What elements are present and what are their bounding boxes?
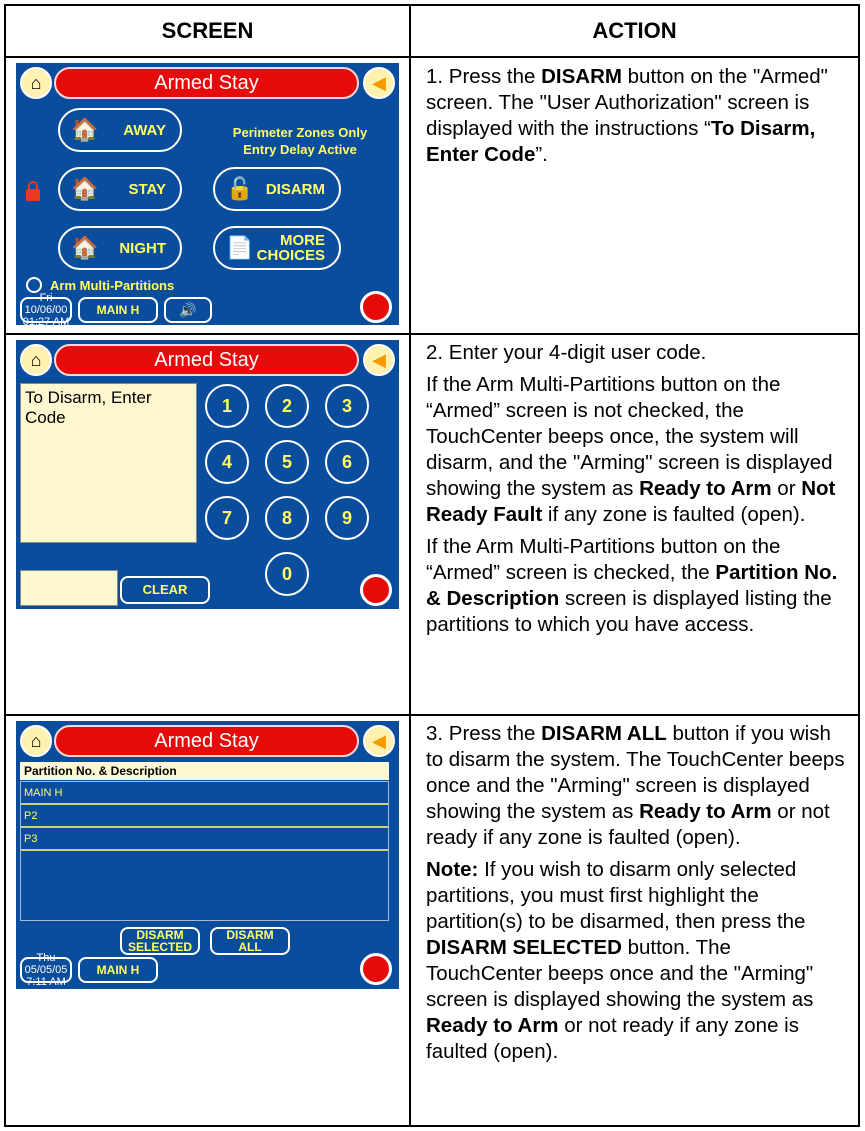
emergency-button[interactable] bbox=[360, 291, 392, 323]
authorization-screen: ⌂ Armed Stay ◀ To Disarm, Enter Code 1 2… bbox=[16, 340, 399, 609]
key-2[interactable]: 2 bbox=[265, 384, 309, 428]
key-8[interactable]: 8 bbox=[265, 496, 309, 540]
disarm-selected-button[interactable]: DISARM SELECTED bbox=[120, 927, 200, 955]
main-h-button[interactable]: MAIN H bbox=[78, 297, 158, 323]
instruction-table: SCREEN ACTION ⌂ Armed Stay ◀ 🏠 AWAY Peri… bbox=[4, 4, 860, 1127]
disarm-button[interactable]: 🔓 DISARM bbox=[213, 167, 341, 211]
home-icon: ⌂ bbox=[30, 72, 42, 93]
key-1[interactable]: 1 bbox=[205, 384, 249, 428]
key-7[interactable]: 7 bbox=[205, 496, 249, 540]
back-arrow-icon: ◀ bbox=[372, 72, 386, 93]
multi-partition-label: Arm Multi-Partitions bbox=[50, 278, 175, 293]
home-button[interactable]: ⌂ bbox=[20, 725, 52, 757]
home-icon: ⌂ bbox=[30, 730, 42, 751]
emergency-button[interactable] bbox=[360, 953, 392, 985]
key-4[interactable]: 4 bbox=[205, 440, 249, 484]
home-button[interactable]: ⌂ bbox=[20, 344, 52, 376]
partition-row[interactable]: P2 bbox=[21, 805, 388, 828]
armed-screen: ⌂ Armed Stay ◀ 🏠 AWAY Perimeter Zones On… bbox=[16, 63, 399, 325]
action-header: ACTION bbox=[592, 18, 677, 43]
column-divider bbox=[409, 6, 411, 1125]
back-arrow-icon: ◀ bbox=[372, 349, 386, 370]
status-line-1: Perimeter Zones Only bbox=[232, 125, 368, 140]
multi-partition-radio[interactable] bbox=[26, 277, 42, 293]
row-divider bbox=[6, 714, 858, 716]
partition-row[interactable]: P3 bbox=[21, 828, 388, 851]
stay-button[interactable]: 🏠 STAY bbox=[58, 167, 182, 211]
partition-list[interactable]: MAIN H P2 P3 bbox=[20, 781, 389, 921]
partition-list-header: Partition No. & Description bbox=[20, 762, 389, 780]
partition-row[interactable]: MAIN H bbox=[21, 782, 388, 805]
key-0[interactable]: 0 bbox=[265, 552, 309, 596]
title-bar: Armed Stay bbox=[54, 67, 359, 99]
key-5[interactable]: 5 bbox=[265, 440, 309, 484]
emergency-button[interactable] bbox=[360, 574, 392, 606]
title-bar: Armed Stay bbox=[54, 725, 359, 757]
back-button[interactable]: ◀ bbox=[363, 344, 395, 376]
home-icon: ⌂ bbox=[30, 349, 42, 370]
back-button[interactable]: ◀ bbox=[363, 725, 395, 757]
disarm-all-button[interactable]: DISARM ALL bbox=[210, 927, 290, 955]
house-icon: 🏠 bbox=[71, 176, 99, 201]
document-icon: 📄 bbox=[226, 235, 254, 260]
night-button[interactable]: 🏠 NIGHT bbox=[58, 226, 182, 270]
date-time-button[interactable]: Thu 05/05/05 7:11 AM bbox=[20, 952, 72, 988]
back-button[interactable]: ◀ bbox=[363, 67, 395, 99]
row-divider bbox=[6, 333, 858, 335]
volume-button[interactable]: 🔊 bbox=[164, 297, 212, 323]
action-step-2: 2. Enter your 4-digit user code. If the … bbox=[426, 341, 838, 636]
action-step-1: 1. Press the DISARM button on the "Armed… bbox=[426, 65, 828, 166]
lock-icon bbox=[26, 181, 40, 201]
title-bar: Armed Stay bbox=[54, 344, 359, 376]
house-moon-icon: 🏠 bbox=[71, 235, 99, 260]
status-line-2: Entry Delay Active bbox=[243, 142, 357, 157]
key-6[interactable]: 6 bbox=[325, 440, 369, 484]
away-button[interactable]: 🏠 AWAY bbox=[58, 108, 182, 152]
date-time-button[interactable]: Fri 10/06/00 01:27 AM bbox=[20, 292, 72, 325]
row-divider bbox=[6, 56, 858, 58]
more-choices-button[interactable]: 📄 MORE CHOICES bbox=[213, 226, 341, 270]
screen-header: SCREEN bbox=[161, 18, 254, 43]
speaker-icon: 🔊 bbox=[179, 302, 197, 318]
action-step-3: 3. Press the DISARM ALL button if you wi… bbox=[426, 722, 845, 1063]
key-9[interactable]: 9 bbox=[325, 496, 369, 540]
key-3[interactable]: 3 bbox=[325, 384, 369, 428]
unlock-icon: 🔓 bbox=[226, 176, 254, 201]
back-arrow-icon: ◀ bbox=[372, 730, 386, 751]
code-entry-field[interactable] bbox=[20, 570, 118, 606]
main-h-button[interactable]: MAIN H bbox=[78, 957, 158, 983]
clear-button[interactable]: CLEAR bbox=[120, 576, 210, 604]
partition-screen: ⌂ Armed Stay ◀ Partition No. & Descripti… bbox=[16, 721, 399, 989]
home-button[interactable]: ⌂ bbox=[20, 67, 52, 99]
prompt-box: To Disarm, Enter Code bbox=[20, 383, 197, 543]
house-person-icon: 🏠 bbox=[71, 117, 99, 142]
